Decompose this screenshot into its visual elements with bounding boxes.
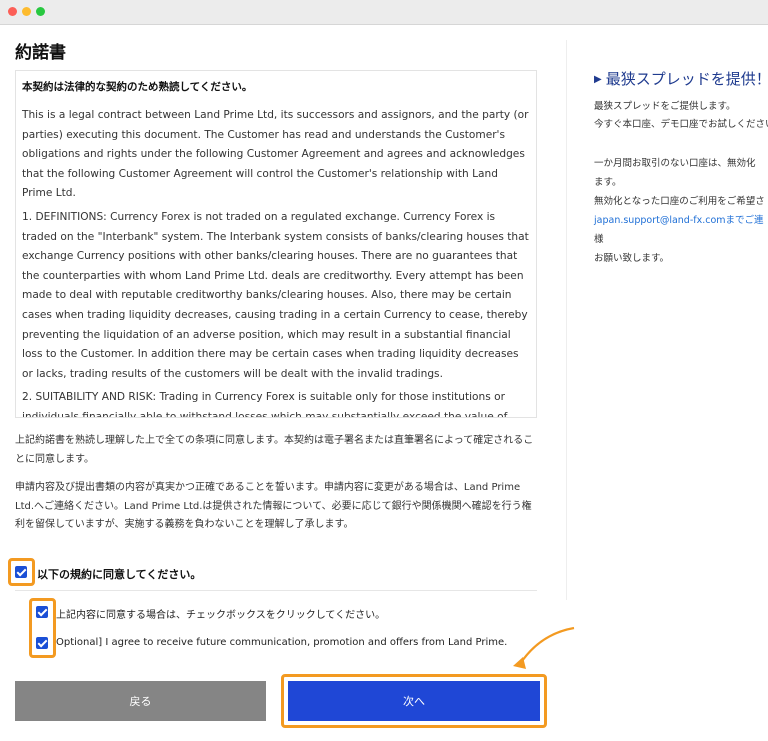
page-title: 約諾書 (15, 43, 66, 63)
terms-paragraph: This is a legal contract between Land Pr… (22, 109, 529, 200)
agree-all-label: 以下の規約に同意してください。 (37, 568, 202, 581)
sidebar-divider (566, 40, 567, 600)
agree-terms-label: 上記内容に同意する場合は、チェックボックスをクリックしてください。 (56, 610, 386, 621)
curved-arrow-icon (513, 626, 575, 669)
next-button[interactable]: 次へ (288, 681, 540, 721)
agree-terms-checkbox[interactable] (36, 606, 48, 618)
divider (15, 590, 537, 591)
promo-line: ます。 (594, 177, 622, 188)
promo-line: 最狭スプレッドをご提供します。 (594, 101, 736, 112)
promo-line: 今すぐ本口座、デモ口座でお試しください (594, 119, 768, 130)
promo-title-text: 最狭スプレッドを提供！！ (605, 70, 768, 88)
promo-line: 一か月間お取引のない口座は、無効化 (594, 158, 756, 169)
promo-title: ▶ 最狭スプレッドを提供！！ (594, 68, 768, 89)
window-titlebar (0, 0, 768, 25)
maximize-window-icon[interactable] (36, 7, 45, 16)
back-button[interactable]: 戻る (15, 681, 266, 721)
consent-notice: 上記約諾書を熟読し理解した上で全ての条項に同意します。本契約は電子署名または直筆… (15, 435, 534, 465)
terms-paragraph: 1. DEFINITIONS: Currency Forex is not tr… (22, 210, 529, 380)
support-email-link[interactable]: japan.support@land-fx.comまでご連 (594, 212, 764, 226)
terms-scroll-box[interactable]: 本契約は法律的な契約のため熟読してください。 This is a legal c… (15, 70, 537, 418)
triangle-right-icon: ▶ (594, 74, 602, 85)
agree-all-checkbox[interactable] (15, 566, 27, 578)
promo-line: お願い致します。 (594, 253, 670, 264)
marketing-optin-checkbox[interactable] (36, 637, 48, 649)
accuracy-notice: 申請内容及び提出書類の内容が真実かつ正確であることを誓います。申請内容に変更があ… (15, 482, 532, 530)
marketing-optin-label: Optional] I agree to receive future comm… (56, 637, 508, 648)
promo-line: 無効化となった口座のご利用をご希望さ (594, 196, 765, 207)
close-window-icon[interactable] (8, 7, 17, 16)
promo-line: 様 (594, 234, 604, 245)
terms-heading: 本契約は法律的な契約のため熟読してください。 (22, 81, 253, 93)
minimize-window-icon[interactable] (22, 7, 31, 16)
terms-paragraph: 2. SUITABILITY AND RISK: Trading in Curr… (22, 391, 508, 418)
